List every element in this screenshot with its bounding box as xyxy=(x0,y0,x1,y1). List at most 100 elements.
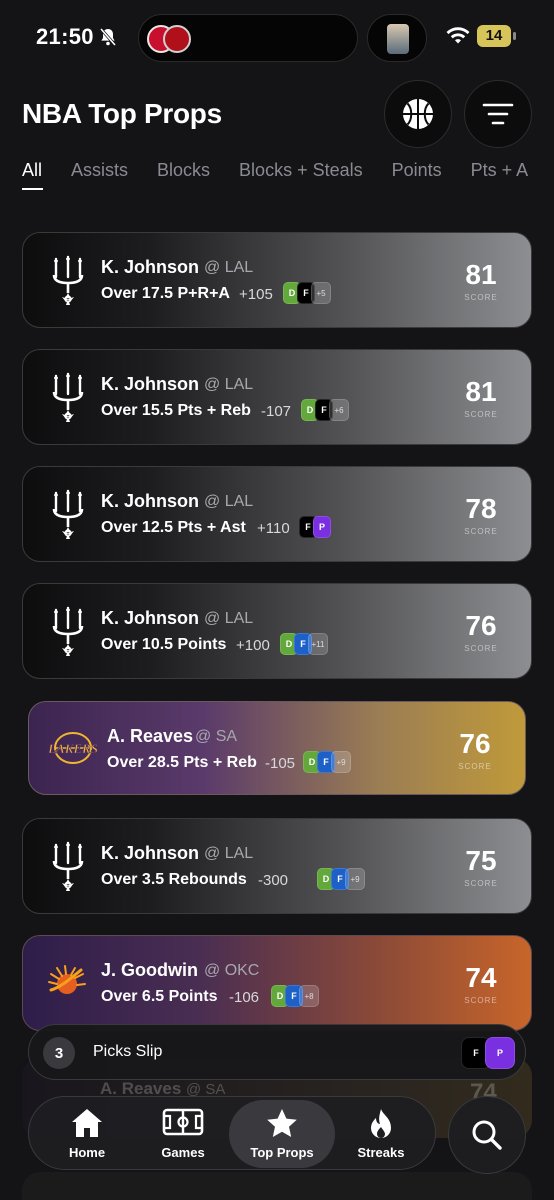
nav-label: Games xyxy=(161,1145,205,1160)
home-icon xyxy=(72,1109,102,1137)
tab-blocks[interactable]: Blocks xyxy=(157,160,210,181)
team-logo-icon xyxy=(163,25,191,53)
player-name: K. Johnson xyxy=(101,374,199,394)
score-value: 74 xyxy=(465,962,497,993)
slip-sportsbooks: F P xyxy=(461,1037,515,1069)
score-value: 81 xyxy=(465,376,497,407)
tab-pts-ast[interactable]: Pts + A xyxy=(471,160,529,181)
nav-top-props[interactable]: Top Props xyxy=(229,1100,335,1168)
nav-games[interactable]: Games xyxy=(143,1097,223,1171)
active-tab-indicator xyxy=(22,188,43,190)
prop-line: Over 28.5 Pts + Reb xyxy=(107,754,257,771)
sportsbook-badges: D F +6 xyxy=(301,399,349,421)
search-button[interactable] xyxy=(448,1096,526,1174)
more-books-count: +6 xyxy=(329,399,349,421)
court-icon xyxy=(162,1108,204,1136)
score-value: 75 xyxy=(465,845,497,876)
live-activity-avatar[interactable] xyxy=(367,14,427,62)
lakers-logo-icon: LAKERS xyxy=(49,732,97,764)
prop-line: Over 6.5 Points xyxy=(101,988,218,1005)
prop-card[interactable]: K. Johnson @ LAL Over 3.5 Rebounds -300 … xyxy=(22,818,532,914)
spurs-logo-icon xyxy=(52,841,84,893)
opponent: @ SA xyxy=(195,728,238,745)
star-icon xyxy=(267,1109,297,1137)
sport-select-button[interactable] xyxy=(384,80,452,148)
prop-line: Over 12.5 Pts + Ast xyxy=(101,519,246,536)
prop-card[interactable]: J. Goodwin @ OKC Over 6.5 Points -106 D … xyxy=(22,935,532,1031)
bottom-nav: Home Games Top Props Streaks xyxy=(28,1096,436,1170)
search-icon xyxy=(472,1120,502,1150)
prop-card[interactable]: LAKERS A. Reaves @ SA Over 28.5 Pts + Re… xyxy=(28,701,526,795)
score-label: SCORE xyxy=(464,996,498,1005)
more-books-count: +8 xyxy=(299,985,319,1007)
prop-card[interactable]: K. Johnson @ LAL Over 10.5 Points +100 D… xyxy=(22,583,532,679)
tab-blocks-steals[interactable]: Blocks + Steals xyxy=(239,160,363,181)
opponent: @ LAL xyxy=(204,845,254,862)
picks-count-badge: 3 xyxy=(43,1037,75,1069)
tab-assists[interactable]: Assists xyxy=(71,160,128,181)
battery-cap xyxy=(513,32,516,40)
odds: -300 xyxy=(258,872,289,889)
odds: -107 xyxy=(261,403,292,420)
prop-line: Over 3.5 Rebounds xyxy=(101,871,247,888)
player-name: A. Reaves xyxy=(107,726,194,746)
prop-line: Over 10.5 Points xyxy=(101,636,227,653)
odds: +105 xyxy=(239,286,273,303)
live-activity-island[interactable] xyxy=(138,14,358,62)
category-tabs: All Assists Blocks Blocks + Steals Points Pts… xyxy=(22,160,554,190)
sportsbook-badges: F P xyxy=(299,516,331,538)
battery-indicator: 14 xyxy=(477,25,511,47)
sportsbook-badges: D F +9 xyxy=(317,868,365,890)
prop-card[interactable]: K. Johnson @ LAL Over 17.5 P+R+A +105 D … xyxy=(22,232,532,328)
more-books-count: +11 xyxy=(308,633,328,655)
picks-slip-label: Picks Slip xyxy=(93,1043,163,1060)
spurs-logo-icon xyxy=(52,255,84,307)
nav-home[interactable]: Home xyxy=(49,1097,125,1171)
score-label: SCORE xyxy=(464,879,498,888)
filter-button[interactable] xyxy=(464,80,532,148)
basketball-icon xyxy=(403,99,433,129)
nav-label: Streaks xyxy=(357,1145,405,1160)
picks-slip-bar[interactable]: 3 Picks Slip F P xyxy=(28,1024,526,1080)
prop-card[interactable]: K. Johnson @ LAL Over 12.5 Pts + Ast +11… xyxy=(22,466,532,562)
odds: -106 xyxy=(229,989,260,1006)
avatar xyxy=(387,24,409,54)
tab-points[interactable]: Points xyxy=(392,160,442,181)
odds: +110 xyxy=(257,520,290,537)
prop-line: Over 15.5 Pts + Reb xyxy=(101,402,251,419)
nav-label: Home xyxy=(68,1145,106,1160)
score-label: SCORE xyxy=(458,762,492,771)
wifi-icon xyxy=(446,27,470,44)
nav-streaks[interactable]: Streaks xyxy=(341,1097,421,1171)
prop-card-partial[interactable] xyxy=(22,1172,532,1200)
score-label: SCORE xyxy=(464,644,498,653)
opponent: @ LAL xyxy=(204,493,254,510)
prizepicks-icon: P xyxy=(485,1037,515,1069)
sportsbook-badges: D F +8 xyxy=(271,985,319,1007)
odds: -105 xyxy=(265,755,296,772)
spurs-logo-icon xyxy=(52,606,84,658)
filter-icon xyxy=(482,103,514,125)
status-time: 21:50 xyxy=(36,24,94,49)
opponent: @ OKC xyxy=(204,962,260,979)
opponent: @ LAL xyxy=(204,610,254,627)
player-name: J. Goodwin xyxy=(101,960,198,980)
spurs-logo-icon xyxy=(52,372,84,424)
score-label: SCORE xyxy=(464,527,498,536)
more-books-count: +9 xyxy=(331,751,351,773)
prop-card[interactable]: K. Johnson @ LAL Over 15.5 Pts + Reb -10… xyxy=(22,349,532,445)
svg-text:LAKERS: LAKERS xyxy=(49,741,97,756)
page-title: NBA Top Props xyxy=(22,98,222,129)
opponent: @ LAL xyxy=(204,376,254,393)
suns-logo-icon xyxy=(48,965,86,994)
prizepicks-icon: P xyxy=(313,516,331,538)
more-books-count: +5 xyxy=(311,282,331,304)
odds: +100 xyxy=(236,637,270,654)
tab-all[interactable]: All xyxy=(22,160,42,181)
opponent: @ LAL xyxy=(204,259,254,276)
sportsbook-badges: D F +5 xyxy=(283,282,331,304)
player-name: K. Johnson xyxy=(101,843,199,863)
sportsbook-badges: D F +9 xyxy=(303,751,351,773)
more-books-count: +9 xyxy=(345,868,365,890)
score-value: 81 xyxy=(465,259,497,290)
